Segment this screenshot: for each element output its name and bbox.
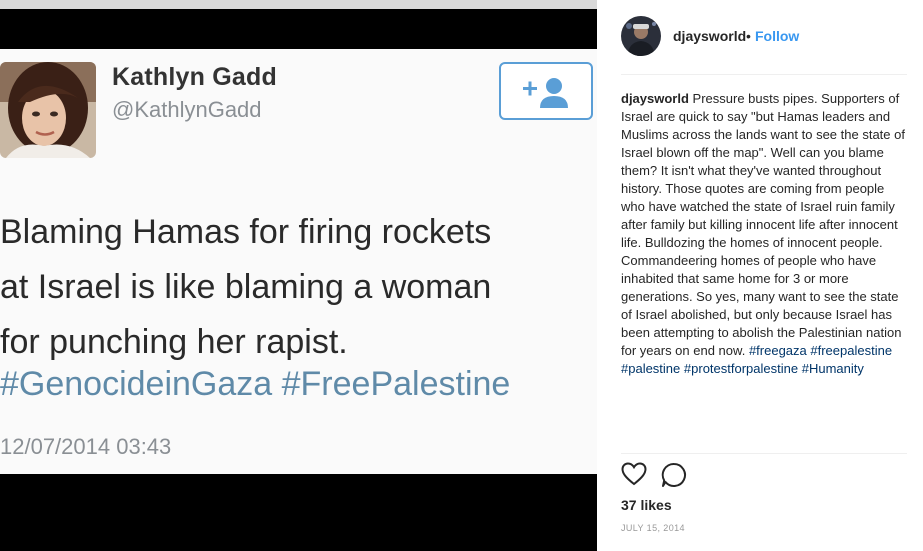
post-caption: djaysworld Pressure busts pipes. Support… bbox=[621, 90, 911, 378]
post-date[interactable]: JULY 15, 2014 bbox=[621, 523, 685, 533]
image-top-strip bbox=[0, 0, 597, 9]
hashtag-link[interactable]: #palestine bbox=[621, 361, 680, 376]
tweet-author-avatar bbox=[0, 62, 96, 158]
likes-count[interactable]: 37 likes bbox=[621, 497, 672, 513]
comment-icon[interactable] bbox=[661, 462, 687, 493]
username-link[interactable]: djaysworld bbox=[673, 28, 746, 44]
follow-button[interactable]: Follow bbox=[755, 28, 799, 44]
caption-username[interactable]: djaysworld bbox=[621, 91, 689, 106]
post-sidebar: djaysworld • Follow djaysworld Pressure … bbox=[597, 0, 923, 551]
hashtag-link[interactable]: #freegaza bbox=[749, 343, 807, 358]
heart-icon[interactable] bbox=[621, 462, 647, 491]
hashtag-link[interactable]: #protestforpalestine bbox=[684, 361, 798, 376]
post-header: djaysworld • Follow bbox=[597, 0, 923, 74]
hashtag-link[interactable]: #freepalestine bbox=[810, 343, 892, 358]
hashtag-link[interactable]: #Humanity bbox=[802, 361, 864, 376]
caption-text: Pressure busts pipes. Supporters of Isra… bbox=[621, 91, 905, 358]
post-image[interactable]: Kathlyn Gadd @KathlynGadd Blaming Hamas … bbox=[0, 0, 597, 551]
actions-divider bbox=[621, 453, 907, 454]
separator-dot: • bbox=[746, 28, 751, 44]
user-avatar[interactable] bbox=[621, 16, 661, 56]
tweet-hashtags: #GenocideinGaza #FreePalestine bbox=[0, 365, 511, 403]
tweet-card: Kathlyn Gadd @KathlynGadd Blaming Hamas … bbox=[0, 49, 597, 474]
tweet-text: Blaming Hamas for firing rockets at Isra… bbox=[0, 213, 492, 361]
add-user-icon bbox=[523, 78, 568, 108]
tweet-timestamp: 12/07/2014 03:43 bbox=[0, 434, 172, 459]
header-divider bbox=[621, 74, 907, 75]
tweet-author-name: Kathlyn Gadd bbox=[112, 63, 277, 91]
tweet-author-handle: @KathlynGadd bbox=[112, 97, 262, 122]
tweet-follow-button bbox=[499, 62, 593, 120]
